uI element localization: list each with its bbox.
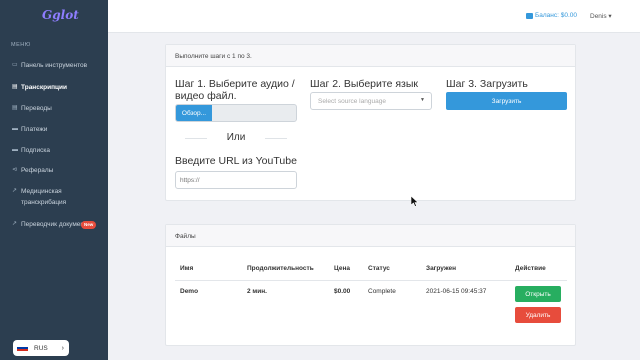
external-link-icon: ↗ bbox=[12, 221, 18, 227]
sidebar-item-subscription[interactable]: ▬ Подписка bbox=[12, 145, 104, 156]
file-name: Demo bbox=[180, 288, 199, 295]
sidebar-item-transcriptions[interactable]: ▤ Транскрипции bbox=[12, 82, 104, 93]
sidebar-item-label: Медицинская транскрибация bbox=[21, 188, 67, 206]
file-duration: 2 мин. bbox=[247, 288, 267, 295]
external-link-icon: ↗ bbox=[12, 188, 18, 194]
browse-button[interactable]: Обзор... bbox=[176, 105, 212, 121]
app-logo[interactable]: Gglot bbox=[42, 8, 79, 22]
credit-card-icon: ▬ bbox=[12, 147, 18, 153]
sidebar-item-label: Панель инструментов bbox=[21, 62, 88, 69]
wallet-icon bbox=[526, 12, 533, 19]
open-button[interactable]: Открыть bbox=[515, 286, 561, 302]
files-card: Файлы Имя Продолжительность Цена Статус … bbox=[165, 224, 576, 346]
youtube-url-input[interactable]: https:// bbox=[175, 171, 297, 189]
divider bbox=[265, 138, 287, 139]
user-menu[interactable]: Denis ▾ bbox=[590, 12, 612, 20]
sidebar-item-referrals[interactable]: ⊲ Рефералы bbox=[12, 165, 104, 176]
top-bar: Баланс: $0.00 Denis ▾ bbox=[108, 0, 640, 33]
sidebar-item-label: Транскрипции bbox=[21, 84, 67, 91]
balance-link[interactable]: Баланс: $0.00 bbox=[526, 12, 577, 19]
files-card-header: Файлы bbox=[166, 225, 575, 247]
share-icon: ⊲ bbox=[12, 167, 18, 173]
step3-title: Шаг 3. Загрузить bbox=[446, 78, 528, 90]
column-header-action: Действие bbox=[515, 265, 546, 272]
sidebar-item-payments[interactable]: ▬ Платежи bbox=[12, 124, 104, 135]
caret-down-icon: ▼ bbox=[420, 97, 425, 103]
source-language-select[interactable]: Select source language ▼ bbox=[310, 92, 432, 110]
chevron-right-icon: › bbox=[61, 344, 64, 352]
source-language-placeholder: Select source language bbox=[318, 98, 386, 105]
column-header-uploaded: Загружен bbox=[426, 265, 457, 272]
column-header-duration: Продолжительность bbox=[247, 265, 314, 272]
sidebar-item-dashboard[interactable]: ▭ Панель инструментов bbox=[12, 60, 104, 71]
mouse-cursor-icon bbox=[411, 196, 419, 207]
sidebar-item-label: Рефералы bbox=[21, 167, 54, 174]
document-icon: ▤ bbox=[12, 105, 18, 111]
file-price: $0.00 bbox=[334, 288, 351, 295]
delete-button[interactable]: Удалить bbox=[515, 307, 561, 323]
sidebar-item-label: Платежи bbox=[21, 126, 48, 133]
column-header-name: Имя bbox=[180, 265, 194, 272]
document-icon: ▤ bbox=[12, 84, 18, 90]
credit-card-icon: ▬ bbox=[12, 126, 18, 132]
sidebar-item-label: Подписка bbox=[21, 147, 50, 154]
russia-flag-icon bbox=[17, 344, 28, 352]
balance-text: Баланс: $0.00 bbox=[535, 12, 578, 19]
sidebar: Gglot МЕНЮ ▭ Панель инструментов ▤ Транс… bbox=[0, 0, 108, 360]
language-selector[interactable]: RUS › bbox=[13, 340, 69, 356]
upload-card-header: Выполните шаги с 1 по 3. bbox=[166, 45, 575, 67]
file-input[interactable]: Обзор... bbox=[175, 104, 297, 122]
file-uploaded: 2021-06-15 09:45:37 bbox=[426, 288, 487, 295]
step2-title: Шаг 2. Выберите язык bbox=[310, 78, 418, 90]
monitor-icon: ▭ bbox=[12, 62, 18, 68]
new-badge: New bbox=[81, 221, 97, 229]
upload-card: Выполните шаги с 1 по 3. Шаг 1. Выберите… bbox=[165, 44, 576, 201]
menu-heading: МЕНЮ bbox=[11, 42, 31, 48]
table-divider bbox=[175, 280, 567, 281]
sidebar-item-medical-transcription[interactable]: ↗ Медицинская транскрибация bbox=[12, 186, 104, 208]
step1-title: Шаг 1. Выберите аудио / видео файл. bbox=[175, 78, 295, 102]
language-code: RUS bbox=[34, 344, 48, 352]
sidebar-item-label: Переводы bbox=[21, 105, 52, 112]
column-header-status: Статус bbox=[368, 265, 390, 272]
column-header-price: Цена bbox=[334, 265, 350, 272]
file-status: Complete bbox=[368, 288, 396, 295]
sidebar-item-translations[interactable]: ▤ Переводы bbox=[12, 103, 104, 114]
youtube-url-label: Введите URL из YouTube bbox=[175, 155, 297, 167]
upload-button[interactable]: Загрузить bbox=[446, 92, 567, 110]
